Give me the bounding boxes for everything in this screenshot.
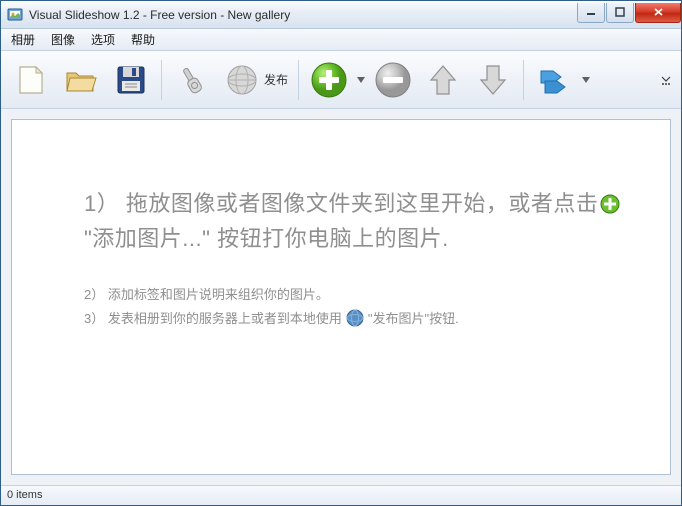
- globe-icon: [346, 309, 364, 336]
- toolbar-overflow[interactable]: [661, 74, 675, 86]
- step1-text-a: 1） 拖放图像或者图像文件夹到这里开始，或者点击: [84, 191, 598, 216]
- open-button[interactable]: [57, 56, 105, 104]
- export-button[interactable]: [530, 56, 578, 104]
- new-button[interactable]: [7, 56, 55, 104]
- menu-help[interactable]: 帮助: [123, 29, 163, 50]
- titlebar: Visual Slideshow 1.2 - Free version - Ne…: [1, 1, 681, 29]
- window-title: Visual Slideshow 1.2 - Free version - Ne…: [29, 8, 576, 22]
- app-icon: [7, 7, 23, 23]
- settings-button[interactable]: [168, 56, 216, 104]
- menu-options[interactable]: 选项: [83, 29, 123, 50]
- instruction-step2: 2） 添加标签和图片说明来组织你的图片。: [84, 283, 630, 308]
- step3-text-b: "发布图片"按钮.: [368, 311, 459, 326]
- remove-button[interactable]: [369, 56, 417, 104]
- save-button[interactable]: [107, 56, 155, 104]
- add-icon: [600, 191, 620, 223]
- instruction-step1: 1） 拖放图像或者图像文件夹到这里开始，或者点击 "添加图片..." 按钮打你电…: [84, 188, 630, 255]
- toolbar-separator: [523, 60, 524, 100]
- add-dropdown[interactable]: [355, 56, 367, 104]
- maximize-button[interactable]: [606, 3, 634, 23]
- content-area: 1） 拖放图像或者图像文件夹到这里开始，或者点击 "添加图片..." 按钮打你电…: [1, 109, 681, 485]
- toolbar-separator: [298, 60, 299, 100]
- instruction-step3: 3） 发表相册到你的服务器上或者到本地使用 "发布图片"按钮.: [84, 307, 630, 336]
- export-dropdown[interactable]: [580, 56, 592, 104]
- toolbar-separator: [161, 60, 162, 100]
- publish-button[interactable]: [218, 56, 266, 104]
- step3-text-a: 3） 发表相册到你的服务器上或者到本地使用: [84, 311, 342, 326]
- close-button[interactable]: [635, 3, 681, 23]
- move-down-button[interactable]: [469, 56, 517, 104]
- status-items: 0 items: [7, 489, 42, 501]
- add-button[interactable]: [305, 56, 353, 104]
- statusbar: 0 items: [1, 485, 681, 505]
- drop-canvas[interactable]: 1） 拖放图像或者图像文件夹到这里开始，或者点击 "添加图片..." 按钮打你电…: [11, 119, 671, 475]
- menu-image[interactable]: 图像: [43, 29, 83, 50]
- menu-album[interactable]: 相册: [3, 29, 43, 50]
- minimize-button[interactable]: [577, 3, 605, 23]
- menubar: 相册 图像 选项 帮助: [1, 29, 681, 51]
- toolbar: 发布: [1, 51, 681, 109]
- publish-label: 发布: [264, 71, 288, 88]
- step1-text-b: "添加图片..." 按钮打你电脑上的图片.: [84, 226, 449, 251]
- window-controls: [576, 3, 681, 23]
- app-window: Visual Slideshow 1.2 - Free version - Ne…: [0, 0, 682, 506]
- move-up-button[interactable]: [419, 56, 467, 104]
